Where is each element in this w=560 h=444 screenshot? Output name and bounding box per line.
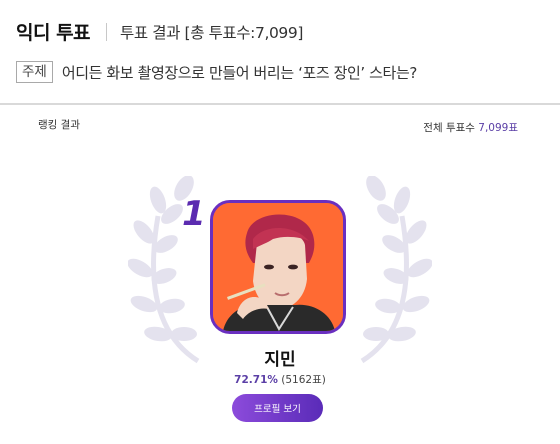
topic-row: 주제 어디든 화보 촬영장으로 만들어 버리는 ‘포즈 장인’ 스타는? bbox=[16, 61, 417, 83]
winner-votes: (5162표) bbox=[281, 374, 326, 386]
brand-title: 익디 투표 bbox=[16, 22, 91, 44]
person-portrait-icon bbox=[213, 203, 343, 331]
section-divider bbox=[0, 103, 560, 105]
total-votes: 전체 투표수 7,099표 bbox=[423, 120, 518, 135]
laurel-right-icon bbox=[360, 176, 432, 364]
total-votes-label: 전체 투표수 bbox=[423, 122, 475, 134]
winner-result: 72.71% (5162표) bbox=[0, 372, 560, 387]
title-divider bbox=[106, 22, 108, 41]
winner-percent: 72.71% bbox=[234, 374, 278, 386]
total-votes-value: 7,099표 bbox=[478, 122, 518, 134]
vote-header: 익디 투표 투표 결과 [총 투표수:7,099] 주제 어디든 화보 촬영장으… bbox=[0, 0, 560, 104]
topic-badge: 주제 bbox=[16, 61, 53, 83]
rank-number: 1 bbox=[182, 194, 206, 234]
title-row: 익디 투표 투표 결과 [총 투표수:7,099] bbox=[16, 18, 303, 45]
winner-name: 지민 bbox=[264, 350, 296, 370]
result-subtitle: 투표 결과 [총 투표수:7,099] bbox=[120, 23, 303, 42]
winner-photo bbox=[210, 200, 346, 334]
topic-question: 어디든 화보 촬영장으로 만들어 버리는 ‘포즈 장인’ 스타는? bbox=[61, 63, 417, 82]
profile-view-button[interactable]: 프로필 보기 bbox=[232, 394, 323, 422]
ranking-label: 랭킹 결과 bbox=[38, 119, 80, 131]
